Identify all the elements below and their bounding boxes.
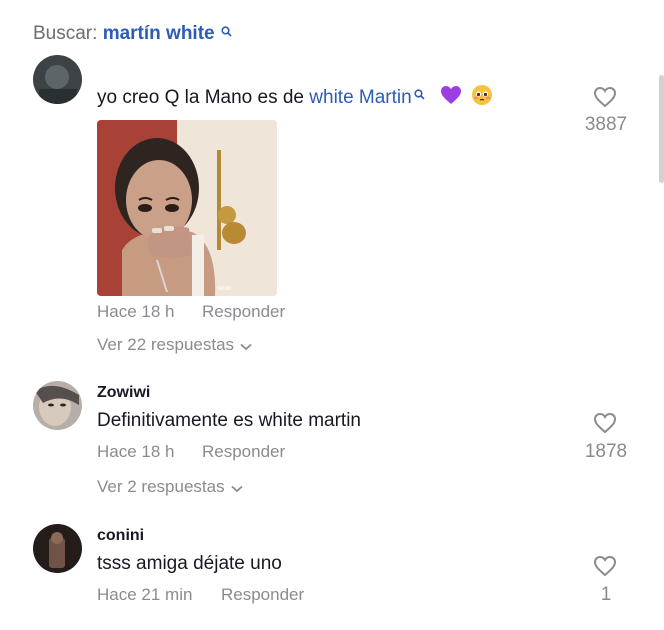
reply-button[interactable]: Responder <box>202 442 285 462</box>
heart-icon[interactable] <box>593 555 617 577</box>
comment-text: Definitivamente es white martin <box>97 410 361 431</box>
view-replies-button[interactable]: Ver 22 respuestas <box>97 335 252 356</box>
view-replies-button[interactable]: Ver 2 respuestas <box>97 477 243 498</box>
comment-photo[interactable]: tiktok <box>97 120 277 296</box>
like-count: 1 <box>600 584 612 605</box>
comment-time: Hace 21 min <box>97 585 193 604</box>
avatar[interactable] <box>33 55 82 104</box>
reply-button[interactable]: Responder <box>202 302 285 322</box>
chevron-down-icon <box>240 336 252 356</box>
comment-time: Hace 18 h <box>97 442 175 461</box>
heart-icon[interactable] <box>593 86 617 108</box>
search-icon <box>414 84 425 106</box>
view-replies-label: Ver 2 respuestas <box>97 477 225 496</box>
heart-icon[interactable] <box>593 412 617 434</box>
search-icon <box>221 20 232 44</box>
comment-username[interactable]: Zowiwi <box>97 384 150 402</box>
avatar[interactable] <box>33 524 82 573</box>
mention-link[interactable]: white Martin <box>309 87 411 108</box>
scrollbar-thumb[interactable] <box>659 75 664 183</box>
pleading-face-icon <box>471 84 493 112</box>
chevron-down-icon <box>230 478 243 498</box>
comment-text: tsss amiga déjate uno <box>97 553 282 574</box>
reply-button[interactable]: Responder <box>221 585 304 605</box>
comments-page: Buscar: martín white yo creo Q la Mano e… <box>0 0 664 630</box>
comment-text: yo creo Q la Mano es de white Martin <box>97 84 493 112</box>
comment-text-body: yo creo Q la Mano es de <box>97 87 310 109</box>
like-count: 1878 <box>584 441 628 462</box>
comment-time: Hace 18 h <box>97 302 175 321</box>
search-prefix: Buscar: <box>33 23 98 44</box>
search-suggestion[interactable]: Buscar: martín white <box>33 22 232 46</box>
purple-heart-icon <box>440 85 462 111</box>
view-replies-label: Ver 22 respuestas <box>97 335 235 354</box>
photo-watermark: tiktok <box>217 286 232 292</box>
search-term-link[interactable]: martín white <box>103 23 215 44</box>
like-count: 3887 <box>584 114 628 135</box>
avatar[interactable] <box>33 381 82 430</box>
comment-username[interactable]: conini <box>97 527 144 545</box>
